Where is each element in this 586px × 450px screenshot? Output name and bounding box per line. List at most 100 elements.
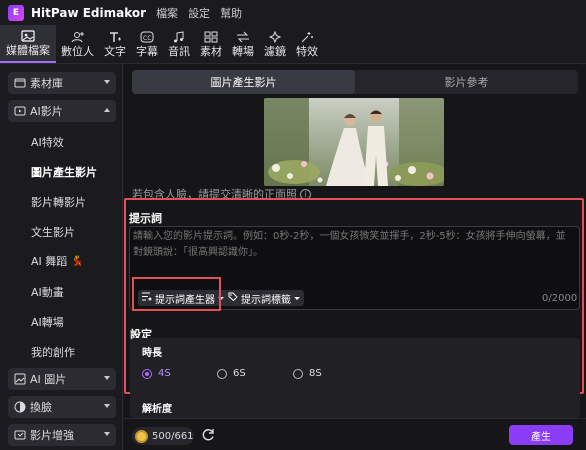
- refresh-icon[interactable]: [200, 427, 216, 443]
- tool-digital-human[interactable]: 數位人: [56, 25, 99, 63]
- chevron-down-icon: [104, 376, 110, 380]
- app-name: HitPaw Edimakor: [31, 6, 147, 20]
- sidebar-item-video-to-video[interactable]: 影片轉影片: [31, 194, 86, 210]
- prompt-generator-icon: [142, 292, 153, 304]
- sidebar-item-my-creations[interactable]: 我的創作: [31, 344, 75, 360]
- duration-option-label: 8S: [309, 368, 322, 379]
- filter-icon: [268, 30, 282, 43]
- sidebar-item-ai-effects[interactable]: AI特效: [31, 134, 64, 150]
- sidebar-group-ai-video[interactable]: AI影片: [8, 100, 116, 122]
- chevron-down-icon: [104, 404, 110, 408]
- tool-captions[interactable]: CC 字幕: [131, 25, 163, 63]
- transition-icon: [236, 31, 250, 43]
- sidebar-group-label: AI 圖片: [30, 373, 67, 386]
- effects-icon: [300, 31, 314, 43]
- sidebar-item-text-to-video[interactable]: 文生影片: [31, 224, 75, 240]
- duration-option-label: 6S: [233, 368, 246, 379]
- sidebar-group-label: 素材庫: [30, 77, 63, 90]
- radio-selected-icon: [142, 368, 152, 379]
- enhance-icon: [14, 429, 26, 441]
- title-bar: E HitPaw Edimakor 檔案 設定 幫助: [0, 0, 586, 26]
- sidebar-group-face-swap[interactable]: 換臉: [8, 396, 116, 418]
- prompt-tags-label: 提示詞標籤: [241, 294, 291, 306]
- tool-label: 字幕: [136, 44, 158, 58]
- assets-icon: [204, 31, 218, 43]
- tool-media[interactable]: 媒體檔案: [0, 25, 56, 63]
- resolution-label: 解析度: [142, 404, 172, 415]
- menu-file[interactable]: 檔案: [156, 5, 178, 21]
- sidebar-group-library[interactable]: 素材庫: [8, 72, 116, 94]
- duration-option-4s[interactable]: 4S: [142, 368, 171, 379]
- text-icon: [108, 31, 122, 43]
- prompt-input[interactable]: [133, 229, 575, 287]
- bottom-bar: 500/661 產生: [124, 418, 586, 450]
- radio-icon: [293, 368, 303, 379]
- menu-settings[interactable]: 設定: [188, 5, 210, 21]
- ai-image-icon: [14, 373, 26, 385]
- radio-icon: [217, 368, 227, 379]
- duration-option-label: 4S: [158, 368, 171, 379]
- credits-display: 500/661: [132, 427, 194, 445]
- media-icon: [21, 29, 35, 42]
- caption-icon: CC: [140, 31, 154, 43]
- tag-icon: [228, 292, 238, 304]
- tool-label: 特效: [296, 44, 318, 58]
- settings-panel: 時長 4S 6S 8S 解析度: [130, 338, 580, 418]
- dancer-icon: 💃: [71, 255, 84, 267]
- chevron-down-icon: [104, 80, 110, 84]
- sidebar-item-label: AI 舞蹈: [31, 255, 68, 268]
- sidebar-item-ai-dance[interactable]: AI 舞蹈 💃: [31, 253, 84, 269]
- warning-text: 若包含人臉，請提交清晰的正面照: [132, 188, 297, 201]
- sidebar-item-ai-animation[interactable]: AI動畫: [31, 284, 64, 300]
- sidebar-group-ai-image[interactable]: AI 圖片: [8, 368, 116, 390]
- sidebar: 素材庫 AI影片 AI特效 圖片產生影片 影片轉影片 文生影片 AI 舞蹈 💃 …: [0, 64, 123, 450]
- coin-icon: [135, 429, 148, 443]
- sidebar-group-label: 換臉: [30, 401, 52, 414]
- chevron-down-icon: [104, 432, 110, 436]
- tool-label: 音訊: [168, 44, 190, 58]
- tool-effects[interactable]: 特效: [291, 25, 323, 63]
- tool-assets[interactable]: 素材: [195, 25, 227, 63]
- tab-image-to-video[interactable]: 圖片產生影片: [132, 70, 355, 94]
- tool-label: 濾鏡: [264, 44, 286, 58]
- music-icon: [172, 30, 186, 43]
- tool-transitions[interactable]: 轉場: [227, 25, 259, 63]
- tool-label: 素材: [200, 44, 222, 58]
- character-counter: 0/2000: [542, 293, 578, 304]
- sidebar-group-enhance[interactable]: 影片增強: [8, 424, 116, 446]
- tool-label: 轉場: [232, 44, 254, 58]
- duration-option-6s[interactable]: 6S: [217, 368, 246, 379]
- tool-text[interactable]: 文字: [99, 25, 131, 63]
- generate-button[interactable]: 產生: [509, 425, 573, 445]
- menu-help[interactable]: 幫助: [220, 5, 242, 21]
- prompt-label: 提示詞: [129, 212, 162, 225]
- tool-filters[interactable]: 濾鏡: [259, 25, 291, 63]
- tool-label: 媒體檔案: [6, 43, 50, 57]
- chevron-down-icon: [294, 296, 300, 300]
- prompt-generator-label: 提示詞產生器: [155, 294, 215, 306]
- main-toolbar: 媒體檔案 數位人 文字 CC 字幕 音訊 素材 轉場 濾鏡 特效: [0, 25, 586, 64]
- info-icon[interactable]: i: [300, 188, 311, 200]
- tool-label: 文字: [104, 44, 126, 58]
- uploaded-image-preview[interactable]: [264, 98, 444, 186]
- tool-label: 數位人: [61, 44, 94, 58]
- svg-text:CC: CC: [143, 35, 151, 42]
- digital-human-icon: [71, 31, 85, 43]
- sidebar-item-image-to-video[interactable]: 圖片產生影片: [31, 164, 97, 180]
- ai-video-icon: [14, 105, 26, 117]
- sidebar-group-label: 影片增強: [30, 429, 74, 442]
- library-icon: [14, 77, 26, 89]
- duration-option-8s[interactable]: 8S: [293, 368, 322, 379]
- tool-audio[interactable]: 音訊: [163, 25, 195, 63]
- face-swap-icon: [14, 401, 26, 413]
- prompt-generator-button[interactable]: 提示詞產生器: [138, 290, 228, 306]
- app-logo-icon: E: [8, 5, 24, 21]
- duration-label: 時長: [142, 348, 162, 359]
- prompt-tags-button[interactable]: 提示詞標籤: [224, 290, 304, 306]
- tab-video-reference[interactable]: 影片參考: [355, 70, 578, 94]
- sidebar-item-ai-transition[interactable]: AI轉場: [31, 314, 64, 330]
- face-warning: 若包含人臉，請提交清晰的正面照 i: [132, 186, 311, 202]
- chevron-up-icon: [104, 108, 110, 112]
- credits-value: 500/661: [152, 430, 194, 442]
- sidebar-group-label: AI影片: [30, 105, 63, 118]
